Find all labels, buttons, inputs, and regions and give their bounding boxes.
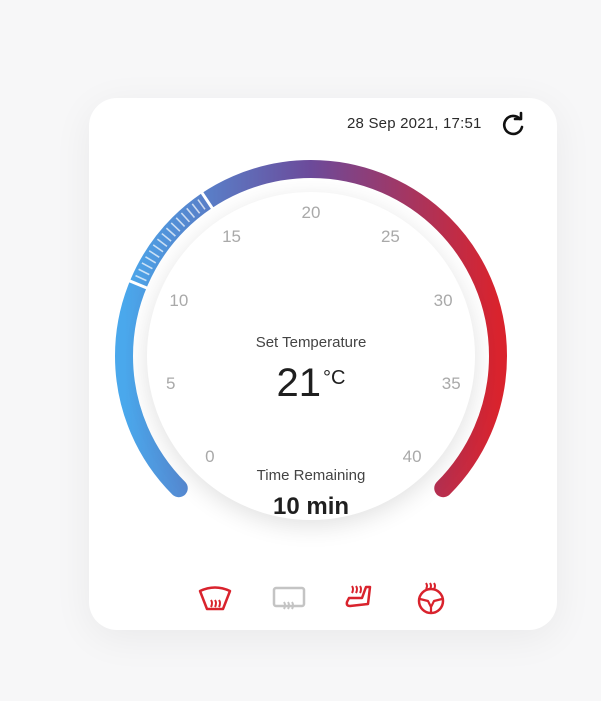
climate-card: 28 Sep 2021, 17:51 0 5 10 15 20 25 30 35 40 Set … xyxy=(89,98,557,630)
dial-tick-label: 20 xyxy=(301,203,321,222)
set-temperature-label: Set Temperature xyxy=(255,334,367,351)
dial-tick-label: 25 xyxy=(380,227,400,247)
time-remaining-value: 10 min xyxy=(272,493,350,520)
time-remaining-label: Time Remaining xyxy=(256,467,366,484)
dial-tick-label: 30 xyxy=(433,291,453,311)
dial-tick-label: 15 xyxy=(222,227,242,247)
set-temperature-value: 21 °C xyxy=(276,361,346,405)
dial-tick-label: 10 xyxy=(169,291,189,311)
refresh-icon[interactable] xyxy=(498,110,528,140)
dial-tick-label: 40 xyxy=(402,447,422,467)
dial-tick-label: 0 xyxy=(205,447,215,467)
temperature-unit: °C xyxy=(323,367,346,389)
steering-wheel-heat-icon[interactable] xyxy=(411,582,451,616)
heating-controls xyxy=(89,582,557,616)
seat-heat-icon[interactable] xyxy=(340,582,380,616)
rear-window-defrost-icon[interactable] xyxy=(269,582,309,616)
windshield-defrost-icon[interactable] xyxy=(195,582,235,616)
temperature-dial[interactable]: 0 5 10 15 20 25 30 35 40 Set Temperature 21 °C Ti… xyxy=(111,156,511,556)
datetime: 28 Sep 2021, 17:51 xyxy=(347,115,482,132)
